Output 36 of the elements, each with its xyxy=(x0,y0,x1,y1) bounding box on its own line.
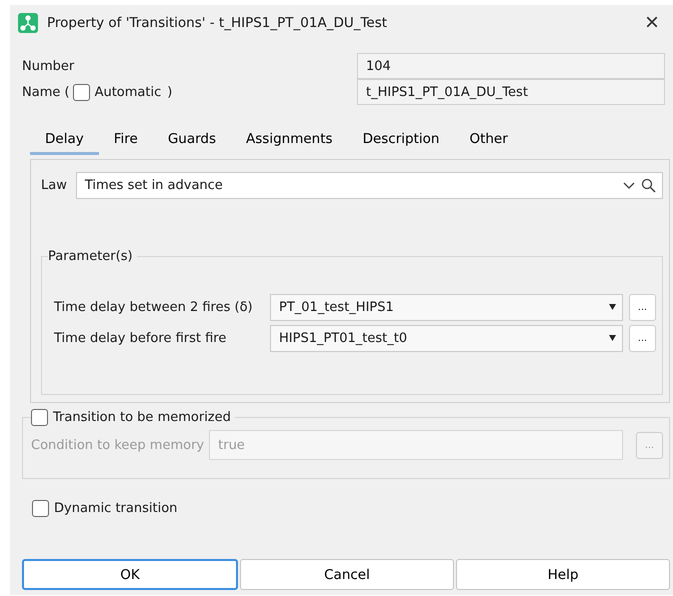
automatic-label: Automatic xyxy=(94,84,162,100)
number-label: Number xyxy=(22,58,76,74)
memorized-label: Transition to be memorized xyxy=(53,410,231,425)
dialog-button[interactable]: OK xyxy=(22,559,238,590)
name-field[interactable]: t_HIPS1_PT_01A_DU_Test xyxy=(357,79,665,105)
dialog-button[interactable]: Cancel xyxy=(240,559,454,590)
paren-label: ) xyxy=(167,84,172,100)
dynamic-checkbox[interactable] xyxy=(32,500,49,516)
number-field[interactable]: 104 xyxy=(357,53,665,79)
chevron-down-icon xyxy=(623,182,635,190)
name-label: Name ( xyxy=(22,84,70,100)
dynamic-label: Dynamic transition xyxy=(54,500,178,516)
parameter-combo[interactable]: HIPS1_PT01_test_t0 xyxy=(270,324,623,352)
group-title: Parameter(s) xyxy=(48,249,133,264)
network-app-icon xyxy=(18,13,38,33)
parameter-label: Time delay between 2 fires (δ) xyxy=(54,300,254,314)
parameter-label: Time delay before first fire xyxy=(54,330,228,346)
tab[interactable]: Fire xyxy=(98,125,153,155)
close-button[interactable]: × xyxy=(640,11,663,35)
window-title: Property of 'Transitions' - t_HIPS1_PT_01A_DU_Test xyxy=(47,15,388,31)
tab[interactable]: Delay xyxy=(30,125,99,155)
parameter-combo[interactable]: PT_01_test_HIPS1 xyxy=(270,294,623,320)
tab[interactable]: Description xyxy=(348,125,454,155)
search-icon[interactable] xyxy=(641,178,656,193)
dialog-button[interactable]: Help xyxy=(456,559,670,590)
tab[interactable]: Guards xyxy=(152,125,232,155)
law-combo[interactable]: Times set in advance xyxy=(76,172,663,199)
tab[interactable]: Other xyxy=(454,125,523,155)
condition-label: Condition to keep memory xyxy=(31,438,204,452)
automatic-checkbox[interactable] xyxy=(72,84,90,100)
law-label: Law xyxy=(41,178,67,193)
tab[interactable]: Assignments xyxy=(231,125,348,155)
browse-button[interactable]: ... xyxy=(629,324,656,352)
dropdown-arrow-icon xyxy=(609,335,616,341)
browse-button[interactable]: ... xyxy=(629,294,656,320)
dropdown-arrow-icon xyxy=(609,304,616,310)
